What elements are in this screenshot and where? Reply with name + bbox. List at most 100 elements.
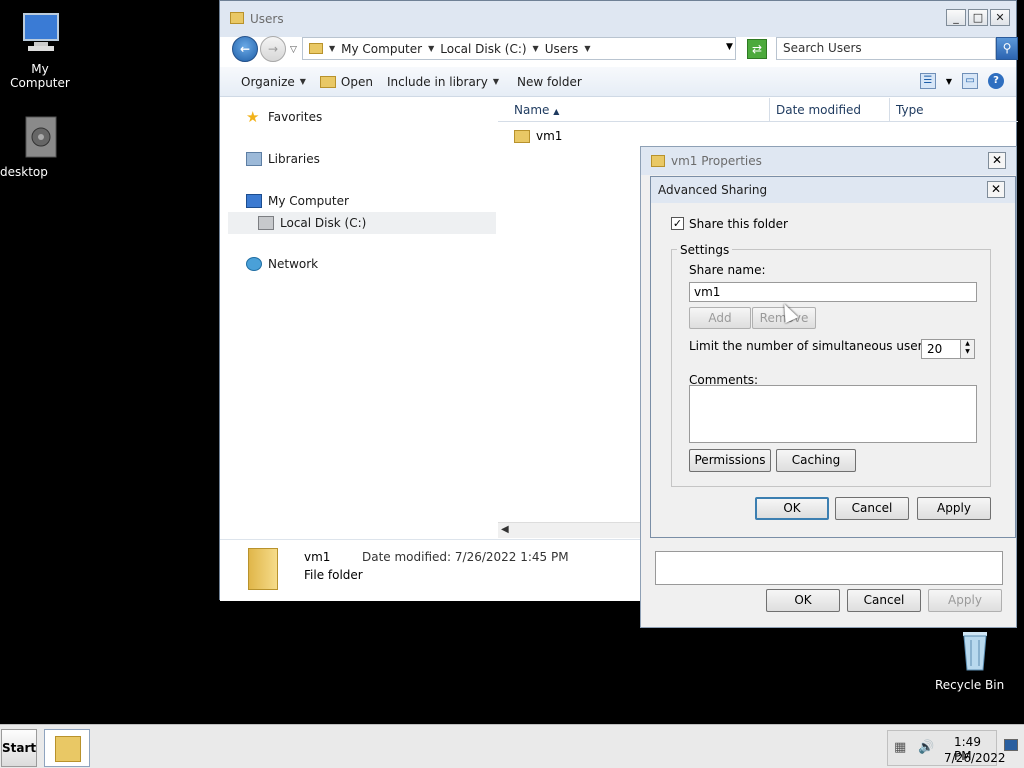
horizontal-scrollbar[interactable]: ◀	[498, 522, 643, 538]
breadcrumb-users[interactable]: Users	[545, 42, 579, 56]
explorer-titlebar[interactable]: Users _ □ ✕	[220, 1, 1016, 37]
recent-pages-dropdown[interactable]: ▽	[290, 45, 297, 55]
help-icon[interactable]: ?	[988, 73, 1004, 89]
address-history-dropdown[interactable]: ▼	[726, 42, 733, 52]
file-row[interactable]: vm1	[514, 129, 562, 143]
minimize-button[interactable]: _	[946, 9, 966, 26]
advanced-sharing-title: Advanced Sharing	[658, 183, 768, 197]
spinner-arrows-icon[interactable]: ▲ ▼	[960, 340, 974, 358]
properties-title: vm1 Properties	[671, 154, 762, 168]
back-button[interactable]: ←	[232, 36, 258, 62]
limit-users-value: 20	[927, 342, 943, 356]
new-folder-button[interactable]: New folder	[517, 75, 582, 89]
close-button[interactable]: ✕	[987, 181, 1005, 198]
address-bar: ← → ▽ ▼ My Computer ▼ Local Disk (C:) ▼ …	[228, 36, 1018, 62]
desktop-icon-label: Recycle Bin	[935, 678, 1005, 692]
breadcrumb-arrow-icon[interactable]: ▼	[329, 44, 335, 53]
preview-pane-icon[interactable]: ▭	[962, 73, 978, 89]
breadcrumb-arrow-icon[interactable]: ▼	[533, 44, 539, 53]
folder-icon	[514, 129, 530, 143]
advanced-sharing-titlebar[interactable]: Advanced Sharing ✕	[651, 177, 1015, 203]
start-button[interactable]: Start	[1, 729, 37, 767]
star-icon: ★	[246, 108, 260, 126]
share-this-folder-checkbox[interactable]: ✓	[671, 217, 684, 230]
share-name-label: Share name:	[689, 263, 766, 277]
scroll-left-icon[interactable]: ◀	[501, 524, 509, 535]
open-button[interactable]: Open	[319, 75, 373, 89]
cancel-button[interactable]: Cancel	[835, 497, 909, 520]
ok-button[interactable]: OK	[755, 497, 829, 520]
forward-button[interactable]: →	[260, 36, 286, 62]
volume-icon[interactable]: 🔊	[918, 741, 934, 755]
chevron-down-icon[interactable]: ▼	[946, 77, 952, 86]
breadcrumb-my-computer[interactable]: My Computer	[341, 42, 422, 56]
apply-button[interactable]: Apply	[917, 497, 991, 520]
nav-network[interactable]: Network	[246, 257, 318, 271]
breadcrumb-local-disk[interactable]: Local Disk (C:)	[440, 42, 526, 56]
nav-local-disk[interactable]: Local Disk (C:)	[228, 212, 496, 234]
close-button[interactable]: ✕	[990, 9, 1010, 26]
share-this-folder-label[interactable]: Share this folder	[689, 217, 788, 231]
properties-content-area	[655, 551, 1003, 585]
limit-users-label: Limit the number of simultaneous users t…	[689, 339, 949, 353]
nav-my-computer[interactable]: My Computer	[246, 194, 349, 208]
close-button[interactable]: ✕	[988, 152, 1006, 169]
network-icon	[246, 257, 262, 271]
disk-icon	[258, 216, 274, 230]
column-headers: Name ▲ Date modified Type	[498, 98, 1018, 122]
breadcrumb-arrow-icon[interactable]: ▼	[584, 44, 590, 53]
properties-cancel-button[interactable]: Cancel	[847, 589, 921, 612]
breadcrumb-arrow-icon[interactable]: ▼	[428, 44, 434, 53]
window-title: Users	[250, 12, 284, 26]
nav-label: My Computer	[268, 194, 349, 208]
column-type[interactable]: Type	[890, 98, 1010, 122]
details-type: File folder	[304, 568, 363, 582]
nav-libraries[interactable]: Libraries	[246, 152, 320, 166]
show-desktop-icon[interactable]	[1004, 739, 1018, 751]
folder-icon	[248, 548, 278, 590]
advanced-sharing-dialog: Advanced Sharing ✕ ✓ Share this folder S…	[650, 176, 1016, 538]
properties-apply-button[interactable]: Apply	[928, 589, 1002, 612]
comments-input[interactable]	[689, 385, 977, 443]
open-folder-icon	[319, 75, 336, 88]
caching-button[interactable]: Caching	[776, 449, 856, 472]
column-date-modified[interactable]: Date modified	[770, 98, 890, 122]
gear-file-icon	[16, 113, 64, 161]
share-name-input[interactable]: vm1	[689, 282, 977, 302]
column-name[interactable]: Name ▲	[498, 98, 770, 122]
details-modified: Date modified: 7/26/2022 1:45 PM	[362, 550, 569, 564]
recycle-bin-icon	[951, 626, 999, 674]
settings-legend: Settings	[677, 243, 733, 257]
search-input[interactable]: Search Users	[776, 37, 996, 60]
sort-ascending-icon: ▲	[553, 107, 560, 116]
folder-icon	[309, 43, 323, 54]
search-icon[interactable]: ⚲	[996, 37, 1018, 60]
properties-titlebar[interactable]: vm1 Properties ✕	[641, 147, 1016, 175]
folder-icon	[651, 155, 665, 167]
system-tray: ▦ 🔊 1:49 PM 7/26/2022	[887, 730, 1006, 766]
permissions-button[interactable]: Permissions	[689, 449, 771, 472]
properties-ok-button[interactable]: OK	[766, 589, 840, 612]
taskbar: Start ▦ 🔊 1:49 PM 7/26/2022	[0, 724, 1024, 768]
address-field[interactable]: ▼ My Computer ▼ Local Disk (C:) ▼ Users …	[302, 37, 736, 60]
network-tray-icon[interactable]: ▦	[894, 741, 908, 755]
taskbar-explorer-button[interactable]	[44, 729, 90, 767]
desktop-icon-my-computer[interactable]: My Computer	[0, 10, 80, 90]
desktop-icon-recycle-bin[interactable]: Recycle Bin	[935, 626, 1015, 692]
limit-users-spinner[interactable]: 20 ▲ ▼	[921, 339, 975, 359]
file-name: vm1	[536, 129, 563, 143]
computer-icon	[246, 194, 262, 208]
clock-date[interactable]: 7/26/2022	[944, 751, 1006, 765]
nav-label: Local Disk (C:)	[280, 216, 367, 230]
organize-label: Organize	[241, 74, 295, 89]
desktop-icon-desktop[interactable]: desktop	[0, 113, 80, 179]
add-button[interactable]: Add	[689, 307, 751, 329]
maximize-button[interactable]: □	[968, 9, 988, 26]
refresh-button[interactable]: ⇄	[747, 39, 767, 59]
folder-icon	[55, 736, 81, 762]
organize-menu[interactable]: Organize ▼	[241, 75, 306, 89]
include-label: Include in library	[386, 74, 488, 89]
view-options-icon[interactable]: ☰	[919, 73, 936, 89]
include-in-library-menu[interactable]: Include in library ▼	[387, 75, 499, 89]
nav-favorites[interactable]: ★ Favorites	[246, 108, 322, 126]
